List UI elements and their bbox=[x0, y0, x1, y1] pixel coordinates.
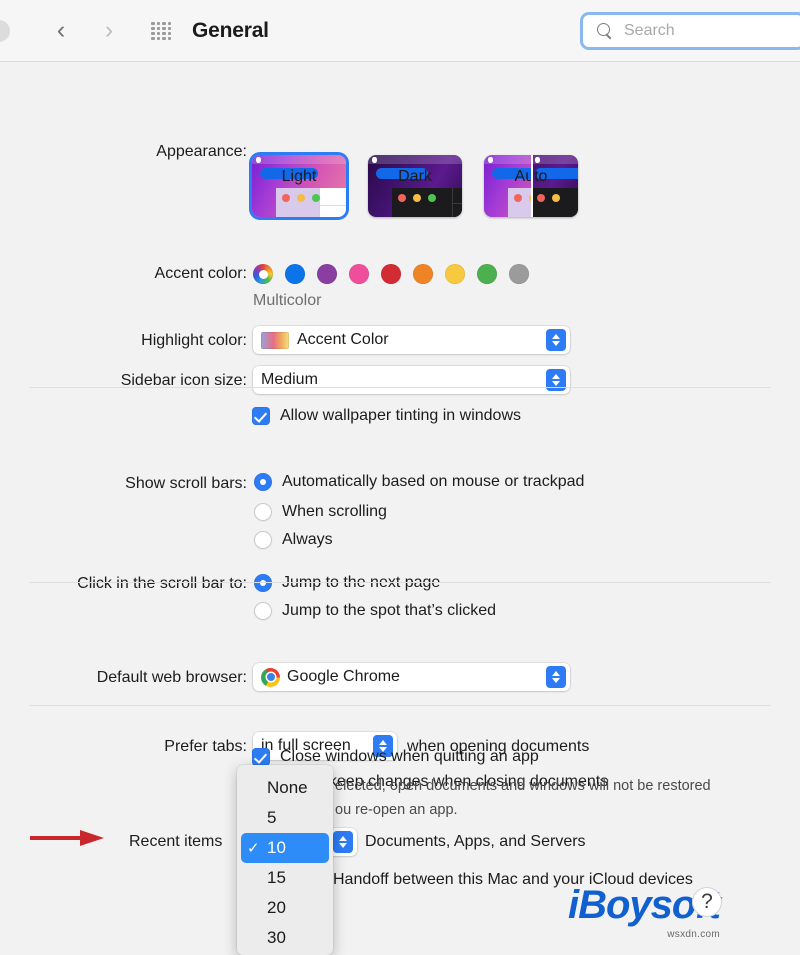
wallpaper-tinting-checkbox[interactable] bbox=[252, 407, 270, 425]
search-icon bbox=[597, 22, 614, 40]
watermark: iBoysoft ? wsxdn.com bbox=[568, 885, 722, 940]
back-button[interactable]: ‹ bbox=[44, 14, 78, 48]
window-traffic-light[interactable] bbox=[0, 19, 10, 42]
appearance-label: Appearance: bbox=[156, 143, 247, 160]
popup-item-20[interactable]: 20 bbox=[237, 893, 333, 923]
appearance-option-light[interactable] bbox=[252, 155, 346, 217]
accent-swatch-multicolor[interactable] bbox=[253, 264, 273, 284]
accent-swatch-red[interactable] bbox=[381, 264, 401, 284]
scroll-click-label: Click in the scroll bar to: bbox=[77, 575, 247, 592]
highlight-color-stepper[interactable] bbox=[546, 329, 566, 351]
default-browser-label: Default web browser: bbox=[96, 669, 247, 686]
scrollbars-radio-always[interactable] bbox=[254, 531, 272, 549]
close-windows-description-line2: ou re-open an app. bbox=[335, 802, 458, 818]
scrollclick-option-spot-clicked[interactable]: Jump to the spot that’s clicked bbox=[254, 602, 496, 620]
wallpaper-tinting-label: Allow wallpaper tinting in windows bbox=[280, 407, 522, 424]
scrollbars-radio-auto[interactable] bbox=[254, 473, 272, 491]
accent-color-label: Accent color: bbox=[154, 265, 247, 282]
highlight-color-value: Accent Color bbox=[297, 331, 389, 348]
highlight-color-label: Highlight color: bbox=[141, 332, 247, 349]
highlight-color-select[interactable]: Accent Color bbox=[253, 326, 570, 354]
scrollclick-radio-next-page[interactable] bbox=[254, 574, 272, 592]
appearance-caption-dark: Dark bbox=[398, 168, 432, 185]
popup-item-5[interactable]: 5 bbox=[237, 803, 333, 833]
scrollbars-label-always: Always bbox=[282, 531, 333, 548]
accent-swatch-yellow[interactable] bbox=[445, 264, 465, 284]
window-toolbar: ‹ › General bbox=[0, 0, 800, 62]
section-divider-1 bbox=[30, 387, 770, 388]
recent-items-stepper[interactable] bbox=[333, 831, 353, 853]
default-browser-value: Google Chrome bbox=[287, 668, 400, 685]
section-divider-3 bbox=[30, 705, 770, 706]
watermark-sub: wsxdn.com bbox=[667, 929, 720, 940]
scrollbars-label-auto: Automatically based on mouse or trackpad bbox=[282, 473, 585, 490]
section-divider-2 bbox=[30, 582, 770, 583]
accent-swatch-pink[interactable] bbox=[349, 264, 369, 284]
wallpaper-tinting-row[interactable]: Allow wallpaper tinting in windows bbox=[252, 407, 521, 425]
help-button[interactable]: ? bbox=[692, 887, 722, 917]
popup-item-30[interactable]: 30 bbox=[237, 923, 333, 953]
prefer-tabs-label: Prefer tabs: bbox=[164, 738, 247, 755]
default-browser-select[interactable]: Google Chrome bbox=[253, 663, 570, 691]
show-scroll-bars-label: Show scroll bars: bbox=[125, 475, 247, 492]
annotation-arrow-icon bbox=[30, 830, 104, 846]
scrollbars-option-auto[interactable]: Automatically based on mouse or trackpad bbox=[254, 473, 584, 491]
accent-swatch-orange[interactable] bbox=[413, 264, 433, 284]
recent-items-dropdown-menu[interactable]: None 5 10 15 20 30 bbox=[237, 765, 333, 955]
scrollclick-option-next-page[interactable]: Jump to the next page bbox=[254, 574, 440, 592]
default-browser-stepper[interactable] bbox=[546, 666, 566, 688]
appearance-option-auto[interactable] bbox=[484, 155, 578, 217]
accent-swatch-green[interactable] bbox=[477, 264, 497, 284]
scrollclick-label-spot-clicked: Jump to the spot that’s clicked bbox=[282, 602, 497, 619]
popup-item-10[interactable]: 10 bbox=[241, 833, 329, 863]
search-field[interactable] bbox=[580, 12, 800, 50]
recent-items-label: Recent items bbox=[129, 833, 223, 850]
close-windows-row[interactable]: Close windows when quitting an app bbox=[252, 748, 539, 766]
page-title: General bbox=[192, 18, 269, 42]
accent-color-caption: Multicolor bbox=[253, 292, 322, 309]
highlight-gradient-swatch bbox=[261, 331, 289, 349]
scrollbars-label-when-scrolling: When scrolling bbox=[282, 503, 387, 520]
scrollclick-radio-spot-clicked[interactable] bbox=[254, 602, 272, 620]
appearance-option-dark[interactable] bbox=[368, 155, 462, 217]
popup-item-15[interactable]: 15 bbox=[237, 863, 333, 893]
recent-items-suffix: Documents, Apps, and Servers bbox=[365, 833, 586, 850]
appearance-caption-light: Light bbox=[281, 168, 317, 185]
show-all-grid-icon[interactable] bbox=[148, 20, 174, 42]
sidebar-icon-size-select[interactable]: Medium bbox=[253, 366, 570, 394]
popup-item-none[interactable]: None bbox=[237, 773, 333, 803]
close-windows-description-line1: elected, open documents and windows will… bbox=[335, 778, 711, 794]
accent-swatch-graphite[interactable] bbox=[509, 264, 529, 284]
search-input[interactable] bbox=[624, 22, 794, 40]
forward-button[interactable]: › bbox=[92, 14, 126, 48]
close-windows-checkbox[interactable] bbox=[252, 748, 270, 766]
scrollclick-label-next-page: Jump to the next page bbox=[282, 574, 441, 591]
scrollbars-radio-when-scrolling[interactable] bbox=[254, 503, 272, 521]
scrollbars-option-when-scrolling[interactable]: When scrolling bbox=[254, 503, 387, 521]
general-settings-pane: Appearance: Light Dark Accent color: Mul… bbox=[0, 62, 800, 950]
accent-swatch-blue[interactable] bbox=[285, 264, 305, 284]
close-windows-label: Close windows when quitting an app bbox=[280, 748, 539, 765]
chrome-icon bbox=[261, 667, 280, 687]
scrollbars-option-always[interactable]: Always bbox=[254, 531, 333, 549]
accent-swatch-purple[interactable] bbox=[317, 264, 337, 284]
